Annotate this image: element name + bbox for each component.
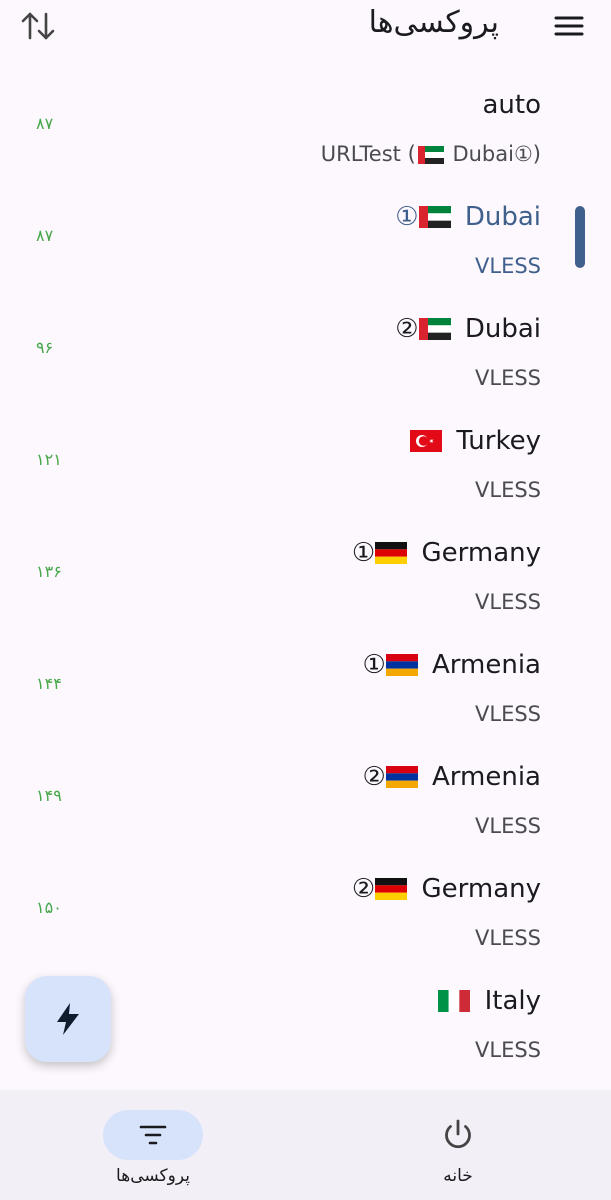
proxy-label: Armenia (423, 762, 541, 792)
proxy-type: VLESS (475, 590, 541, 614)
turkey-flag-icon (410, 430, 443, 452)
proxy-label: Germany (413, 538, 541, 568)
bottom-navigation: پروکسی‌ها خانه (0, 1090, 611, 1200)
ping-value: ۱۳۶ (36, 562, 62, 581)
nav-icon-container (408, 1110, 508, 1160)
proxy-index: ① (351, 538, 376, 568)
proxy-name: Turkey (410, 426, 541, 456)
nav-label-home: خانه (443, 1166, 473, 1186)
proxy-item-turkey[interactable]: ۱۲۱ Turkey VLESS (0, 406, 611, 518)
proxy-item-armenia-2[interactable]: ۱۴۹ ② Armenia VLESS (0, 742, 611, 854)
filter-list-icon (139, 1125, 167, 1145)
ping-value: ۱۵۰ (36, 898, 62, 917)
nav-item-home[interactable]: خانه (358, 1090, 558, 1200)
proxy-item-dubai-2[interactable]: ۹۶ ② Dubai VLESS (0, 294, 611, 406)
page-title: پروکسی‌ها (368, 5, 499, 40)
top-app-bar: پروکسی‌ها (0, 0, 611, 56)
nav-active-pill (103, 1110, 203, 1160)
uae-flag-icon (418, 318, 451, 340)
ping-value: ۸۷ (36, 226, 54, 245)
proxy-name: ② Germany (352, 874, 541, 904)
proxy-index: ② (395, 314, 419, 344)
proxy-item-germany-1[interactable]: ۱۳۶ ① Germany VLESS (0, 518, 611, 630)
italy-flag-icon (438, 990, 471, 1012)
ping-value: ۱۲۱ (36, 450, 62, 469)
proxy-name: ① Armenia (362, 650, 541, 680)
proxy-index: ② (351, 874, 376, 904)
proxy-label: Germany (413, 874, 541, 904)
proxy-list: ۸۷ auto URLTest ( Dubai①) ۸۷ ① Dubai VLE… (0, 70, 611, 1078)
power-icon (445, 1119, 471, 1149)
nav-item-proxies[interactable]: پروکسی‌ها (53, 1090, 253, 1200)
ping-value: ۱۴۹ (36, 786, 62, 805)
proxy-type: VLESS (475, 366, 541, 390)
uae-flag-icon (418, 206, 451, 228)
ping-value: ۱۴۴ (36, 674, 62, 693)
proxy-label: Italy (476, 986, 541, 1016)
proxy-label: Turkey (448, 426, 541, 456)
proxy-type-prefix: URLTest ( (320, 142, 416, 166)
proxy-name: Italy (438, 986, 541, 1016)
proxy-item-dubai-1[interactable]: ۸۷ ① Dubai VLESS (0, 182, 611, 294)
swap-vertical-icon (21, 12, 55, 40)
menu-icon (554, 16, 584, 36)
armenia-flag-icon (385, 766, 418, 788)
proxy-name: auto (482, 90, 541, 120)
proxy-name: ② Armenia (362, 762, 541, 792)
sort-button[interactable] (16, 6, 60, 46)
ping-value: ۸۷ (36, 114, 54, 133)
proxy-index: ① (395, 202, 419, 232)
germany-flag-icon (375, 542, 408, 564)
armenia-flag-icon (385, 654, 418, 676)
proxy-name: ① Dubai (395, 202, 541, 232)
proxy-index: ① (362, 650, 386, 680)
proxy-label: Dubai (456, 202, 541, 232)
germany-flag-icon (375, 878, 408, 900)
proxy-label: Dubai (456, 314, 541, 344)
url-test-button[interactable] (25, 976, 111, 1062)
nav-label-proxies: پروکسی‌ها (116, 1166, 190, 1186)
proxy-type: VLESS (475, 702, 541, 726)
proxy-type: VLESS (475, 814, 541, 838)
selected-indicator (575, 206, 585, 268)
proxy-item-armenia-1[interactable]: ۱۴۴ ① Armenia VLESS (0, 630, 611, 742)
proxy-type: VLESS (475, 1038, 541, 1062)
proxy-item-auto[interactable]: ۸۷ auto URLTest ( Dubai①) (0, 70, 611, 182)
proxy-type: VLESS (475, 478, 541, 502)
uae-flag-icon (417, 146, 444, 164)
menu-button[interactable] (547, 8, 591, 44)
proxy-type: VLESS (475, 254, 541, 278)
proxy-type: URLTest ( Dubai①) (321, 142, 541, 166)
proxy-name: ② Dubai (395, 314, 541, 344)
proxy-item-germany-2[interactable]: ۱۵۰ ② Germany VLESS (0, 854, 611, 966)
proxy-type-suffix: Dubai①) (445, 142, 541, 166)
app-root: پروکسی‌ها ۸۷ auto URLTest ( Dubai①) ۸۷ ①… (0, 0, 611, 1200)
proxy-type: VLESS (475, 926, 541, 950)
ping-value: ۹۶ (36, 338, 54, 357)
bolt-icon (57, 1003, 79, 1035)
proxy-name: ① Germany (352, 538, 541, 568)
proxy-label: Armenia (423, 650, 541, 680)
proxy-index: ② (362, 762, 386, 792)
